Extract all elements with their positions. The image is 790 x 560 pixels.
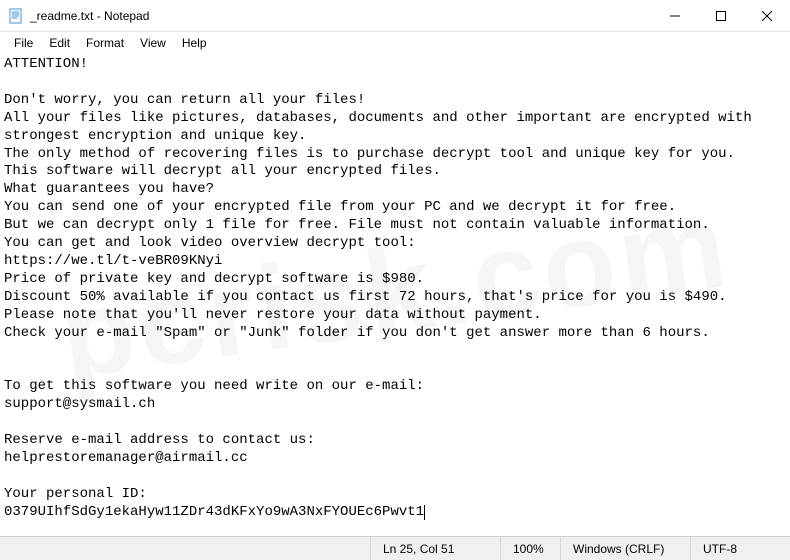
maximize-button[interactable] (698, 0, 744, 31)
menu-view[interactable]: View (132, 34, 174, 52)
menu-file[interactable]: File (6, 34, 41, 52)
status-bar: Ln 25, Col 51 100% Windows (CRLF) UTF-8 (0, 536, 790, 560)
status-position: Ln 25, Col 51 (370, 537, 500, 560)
status-line-ending: Windows (CRLF) (560, 537, 690, 560)
window-controls (652, 0, 790, 31)
close-button[interactable] (744, 0, 790, 31)
editor-content: ATTENTION! Don't worry, you can return a… (4, 56, 760, 520)
text-editor[interactable]: ATTENTION! Don't worry, you can return a… (0, 54, 790, 536)
window-title: _readme.txt - Notepad (30, 9, 652, 23)
text-cursor (424, 505, 425, 520)
notepad-icon (8, 8, 24, 24)
status-zoom: 100% (500, 537, 560, 560)
status-encoding: UTF-8 (690, 537, 790, 560)
menu-help[interactable]: Help (174, 34, 215, 52)
title-bar: _readme.txt - Notepad (0, 0, 790, 32)
menu-edit[interactable]: Edit (41, 34, 78, 52)
menu-format[interactable]: Format (78, 34, 132, 52)
minimize-button[interactable] (652, 0, 698, 31)
menu-bar: File Edit Format View Help (0, 32, 790, 54)
